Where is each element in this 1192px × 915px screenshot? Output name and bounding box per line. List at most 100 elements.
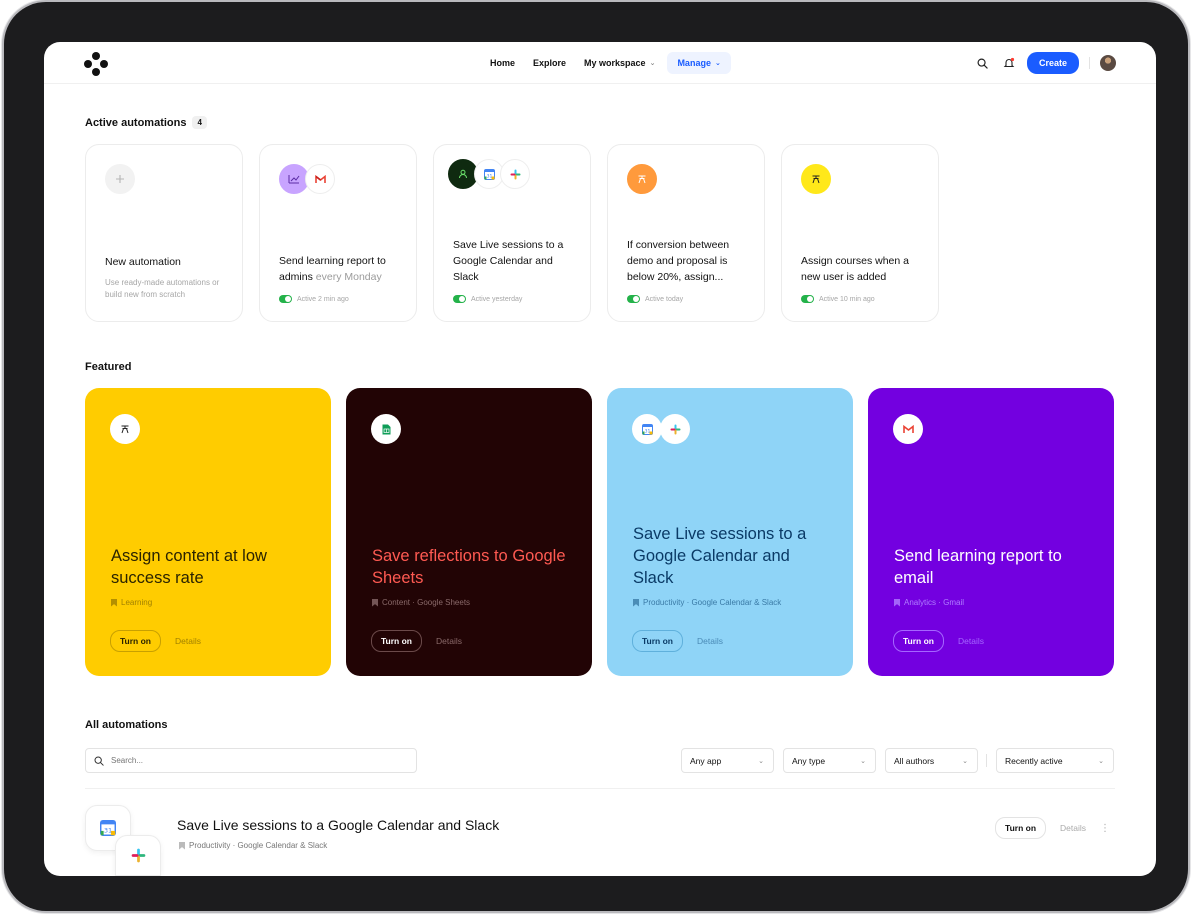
new-automation-card[interactable]: New automation Use ready-made automation…: [85, 144, 243, 322]
search-box[interactable]: [85, 748, 417, 773]
logo-icon[interactable]: [84, 52, 108, 76]
automation-title-schedule: every Monday: [315, 271, 382, 283]
featured-card[interactable]: 31 Save Live sessions to a Google Calend…: [607, 388, 853, 676]
active-count-badge: 4: [192, 116, 207, 129]
svg-text:31: 31: [644, 428, 650, 434]
featured-card[interactable]: Save reflections to Google Sheets Conten…: [346, 388, 592, 676]
card-app-icons: 31: [448, 159, 530, 189]
active-automation-card[interactable]: 31 Save Live sessions to a Google Calend…: [433, 144, 591, 322]
automation-status-text: Active yesterday: [471, 295, 523, 303]
details-link[interactable]: Details: [175, 636, 201, 646]
details-link[interactable]: Details: [436, 636, 462, 646]
active-toggle[interactable]: [627, 295, 640, 303]
details-link[interactable]: Details: [697, 636, 723, 646]
bookmark-icon: [179, 842, 185, 850]
details-link[interactable]: Details: [958, 636, 984, 646]
sort-recently-active[interactable]: Recently active ⌄: [996, 748, 1114, 773]
more-options-icon[interactable]: ⋮: [1100, 823, 1110, 834]
create-button[interactable]: Create: [1026, 52, 1079, 74]
automation-row-meta: Productivity · Google Calendar & Slack: [179, 841, 327, 850]
search-input[interactable]: [111, 756, 391, 765]
active-automation-card[interactable]: Send learning report to admins every Mon…: [259, 144, 417, 322]
turn-on-button[interactable]: Turn on: [632, 630, 683, 652]
chevron-down-icon: ⌄: [714, 60, 721, 67]
svg-text:31: 31: [104, 826, 112, 834]
nav-divider: [1089, 57, 1090, 69]
plus-icon: [105, 164, 135, 194]
filter-any-app[interactable]: Any app ⌄: [681, 748, 774, 773]
tablet-frame: Home Explore My workspace ⌄ Manage ⌄ Creat…: [4, 2, 1188, 911]
slack-icon: [115, 835, 161, 876]
svg-text:31: 31: [486, 173, 492, 179]
details-link[interactable]: Details: [1060, 823, 1086, 833]
featured-card-title: Save Live sessions to a Google Calendar …: [633, 525, 807, 587]
active-automations-heading: Active automations 4: [85, 116, 207, 129]
main-nav: Home Explore My workspace ⌄ Manage ⌄: [484, 52, 731, 74]
all-automations-heading: All automations: [85, 719, 168, 731]
featured-app-icons: [110, 414, 140, 444]
nav-explore[interactable]: Explore: [527, 52, 572, 74]
assign-icon: [627, 164, 657, 194]
nav-manage[interactable]: Manage ⌄: [667, 52, 731, 74]
filter-label: All authors: [894, 755, 935, 766]
active-automation-card[interactable]: Assign courses when a new user is added …: [781, 144, 939, 322]
turn-on-button[interactable]: Turn on: [371, 630, 422, 652]
chevron-down-icon: ⌄: [1098, 757, 1104, 765]
new-automation-icons: [105, 164, 135, 194]
gmail-icon: [893, 414, 923, 444]
chevron-down-icon: ⌄: [962, 757, 968, 765]
nav-actions: Create: [975, 52, 1116, 74]
list-divider: [85, 788, 1115, 789]
card-app-icons: [627, 164, 657, 194]
google-sheets-icon: [371, 414, 401, 444]
app-screen: Home Explore My workspace ⌄ Manage ⌄ Creat…: [44, 42, 1156, 876]
nav-home[interactable]: Home: [484, 52, 521, 74]
active-toggle[interactable]: [453, 295, 466, 303]
new-automation-desc: Use ready-made automations or build new …: [105, 278, 220, 299]
nav-my-workspace-label: My workspace: [584, 58, 646, 68]
featured-heading: Featured: [85, 361, 131, 373]
turn-on-button[interactable]: Turn on: [893, 630, 944, 652]
automation-row-title: Save Live sessions to a Google Calendar …: [177, 817, 500, 833]
filter-all-authors[interactable]: All authors ⌄: [885, 748, 978, 773]
active-toggle[interactable]: [279, 295, 292, 303]
bookmark-icon: [633, 599, 639, 607]
assign-icon: [110, 414, 140, 444]
automation-title: Send learning report to admins every Mon…: [279, 253, 404, 285]
nav-home-label: Home: [490, 58, 516, 68]
featured-app-icons: [893, 414, 923, 444]
nav-my-workspace[interactable]: My workspace ⌄: [578, 52, 661, 74]
filter-label: Any type: [792, 755, 826, 766]
featured-card-meta: Learning: [111, 598, 152, 607]
featured-card[interactable]: Assign content at low success rate Learn…: [85, 388, 331, 676]
turn-on-button[interactable]: Turn on: [110, 630, 161, 652]
featured-app-icons: 31: [632, 414, 690, 444]
automation-status: Active today: [627, 295, 683, 303]
sort-label: Recently active: [1005, 755, 1063, 766]
active-toggle[interactable]: [801, 295, 814, 303]
new-automation-title: New automation: [105, 256, 181, 268]
slack-icon: [500, 159, 530, 189]
active-automation-card[interactable]: If conversion between demo and proposal …: [607, 144, 765, 322]
nav-manage-label: Manage: [677, 58, 711, 68]
featured-title: Featured: [85, 361, 132, 373]
slack-icon: [660, 414, 690, 444]
featured-card-meta-text: Learning: [121, 598, 153, 607]
user-avatar[interactable]: [1100, 55, 1116, 71]
featured-card[interactable]: Send learning report to email Analytics …: [868, 388, 1114, 676]
bookmark-icon: [111, 599, 117, 607]
featured-card-title: Save reflections to Google Sheets: [372, 547, 566, 587]
google-calendar-icon: 31: [632, 414, 662, 444]
top-navigation: Home Explore My workspace ⌄ Manage ⌄ Creat…: [44, 42, 1156, 84]
featured-card-meta: Productivity · Google Calendar & Slack: [633, 598, 781, 607]
automation-status: Active yesterday: [453, 295, 522, 303]
automation-status: Active 2 min ago: [279, 295, 349, 303]
filter-any-type[interactable]: Any type ⌄: [783, 748, 876, 773]
automation-row-meta-text: Productivity · Google Calendar & Slack: [189, 841, 328, 850]
turn-on-button[interactable]: Turn on: [995, 817, 1047, 839]
notification-bell-icon[interactable]: [1001, 55, 1017, 71]
search-icon[interactable]: [975, 55, 991, 71]
automation-title: Assign courses when a new user is added: [801, 255, 909, 283]
automation-title: Save Live sessions to a Google Calendar …: [453, 239, 564, 283]
bookmark-icon: [894, 599, 900, 607]
